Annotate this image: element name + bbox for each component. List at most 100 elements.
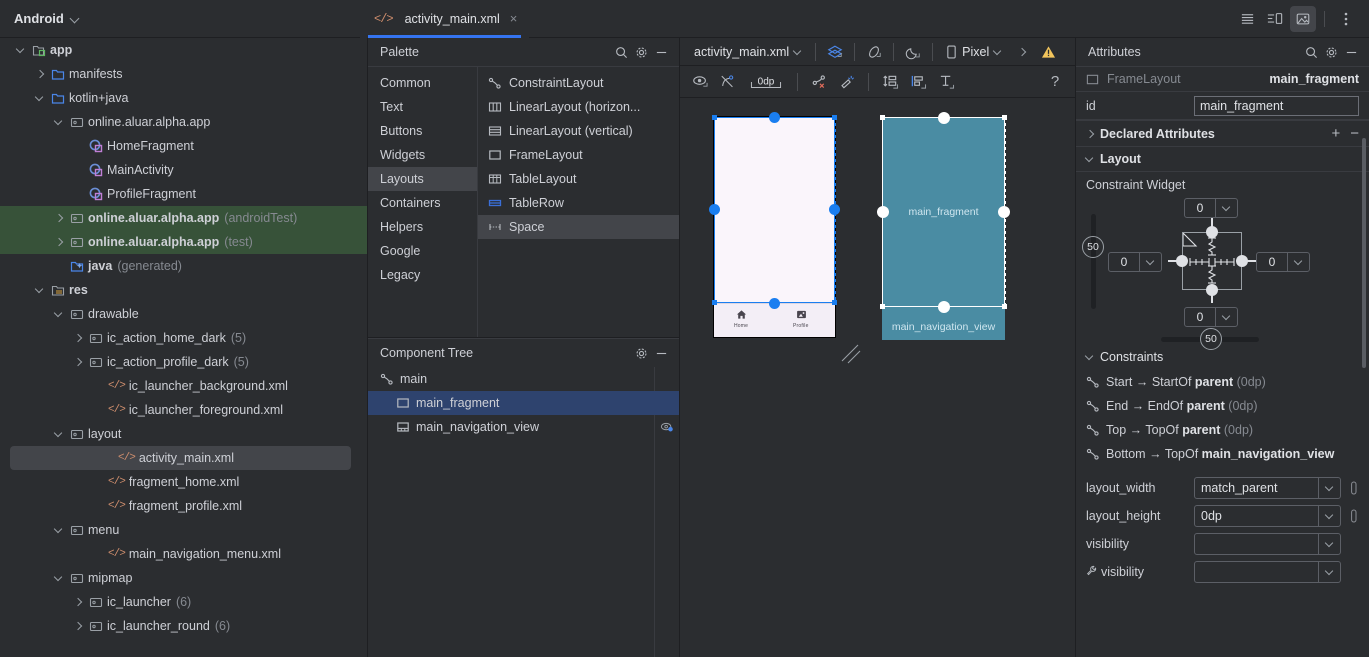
- chevron-down-icon[interactable]: [52, 523, 66, 537]
- margin-top-field[interactable]: 0: [1184, 198, 1238, 218]
- palette-item-framelayout[interactable]: FrameLayout: [478, 143, 679, 167]
- resize-handle-left[interactable]: [709, 204, 720, 215]
- help-icon[interactable]: ?: [1045, 72, 1065, 92]
- project-tree-row[interactable]: kotlin+java: [0, 86, 367, 110]
- bp-handle-bottom[interactable]: [938, 301, 950, 313]
- palette-category-text[interactable]: Text: [368, 95, 477, 119]
- project-tree-row[interactable]: res: [0, 278, 367, 302]
- component-tree-node-main[interactable]: main: [368, 367, 679, 391]
- search-icon[interactable]: [1301, 42, 1321, 62]
- chevron-right-icon[interactable]: [71, 331, 85, 345]
- bp-handle-top[interactable]: [938, 112, 950, 124]
- design-canvas[interactable]: Home Profile main_fragment main_navigati…: [680, 98, 1075, 657]
- project-tree-row[interactable]: </> ic_launcher_background.xml: [0, 374, 367, 398]
- file-dropdown[interactable]: activity_main.xml: [690, 43, 806, 61]
- orientation-icon[interactable]: [864, 42, 884, 62]
- project-tree-row[interactable]: online.aluar.alpha.app: [0, 110, 367, 134]
- chevron-down-icon[interactable]: [52, 115, 66, 129]
- component-tree-node-main_navigation_view[interactable]: main_navigation_view: [368, 415, 679, 439]
- editor-tab-activity-main[interactable]: </> activity_main.xml ×: [360, 0, 530, 38]
- chevron-right-icon[interactable]: [71, 355, 85, 369]
- project-tree-row[interactable]: mipmap: [0, 566, 367, 590]
- gear-icon[interactable]: [1321, 42, 1341, 62]
- resize-handle-top[interactable]: [769, 112, 780, 123]
- chevron-down-icon[interactable]: [52, 427, 66, 441]
- constraint-row[interactable]: Start → StartOf parent (0dp): [1076, 370, 1369, 394]
- bp-corner-bl[interactable]: [880, 304, 885, 309]
- palette-category-layouts[interactable]: Layouts: [368, 167, 477, 191]
- chevron-down-icon[interactable]: [1318, 562, 1340, 582]
- constraints-section[interactable]: Constraints: [1076, 344, 1369, 370]
- minimize-icon[interactable]: [651, 343, 671, 363]
- constraint-widget[interactable]: 50 50 0 0 0 0: [1076, 194, 1369, 350]
- palette-category-legacy[interactable]: Legacy: [368, 263, 477, 287]
- constraint-row[interactable]: End → EndOf parent (0dp): [1076, 394, 1369, 418]
- project-tree-row[interactable]: app: [0, 38, 367, 62]
- project-tree-row[interactable]: java (generated): [0, 254, 367, 278]
- chevron-down-icon[interactable]: [1287, 253, 1309, 271]
- project-tree-row[interactable]: </> activity_main.xml: [10, 446, 351, 470]
- device-dropdown[interactable]: Pixel: [942, 43, 1006, 61]
- project-tree-row[interactable]: ic_launcher (6): [0, 590, 367, 614]
- close-icon[interactable]: ×: [510, 11, 518, 26]
- horizontal-bias-value[interactable]: 50: [1200, 328, 1222, 350]
- margin-icon[interactable]: 0dp: [746, 72, 786, 92]
- margin-left-field[interactable]: 0: [1108, 252, 1162, 272]
- project-tree-row[interactable]: drawable: [0, 302, 367, 326]
- attribute-fields-list[interactable]: layout_width match_parent layout_height 0dp…: [1076, 474, 1369, 586]
- palette-item-tablerow[interactable]: TableRow: [478, 191, 679, 215]
- blueprint-preview[interactable]: main_fragment main_navigation_view: [877, 112, 1010, 340]
- project-tree-row[interactable]: ic_launcher_round (6): [0, 614, 367, 638]
- design-surface-icon[interactable]: [825, 42, 845, 62]
- chevron-right-icon[interactable]: [71, 619, 85, 633]
- project-tree-row[interactable]: ic_action_profile_dark (5): [0, 350, 367, 374]
- list-icon[interactable]: [1234, 6, 1260, 32]
- constraint-row[interactable]: Bottom → TopOf main_navigation_view: [1076, 442, 1369, 466]
- resize-handle-right[interactable]: [829, 204, 840, 215]
- corner-handle-bl[interactable]: [712, 300, 717, 305]
- add-attribute-button[interactable]: +: [1331, 125, 1340, 142]
- project-tree-row[interactable]: </> main_navigation_menu.xml: [0, 542, 367, 566]
- project-tree-row[interactable]: MainActivity: [0, 158, 367, 182]
- project-tree-row[interactable]: manifests: [0, 62, 367, 86]
- chevron-down-icon[interactable]: [14, 43, 28, 57]
- palette-item-linearlayout-vertical[interactable]: LinearLayout (vertical): [478, 119, 679, 143]
- pack-icon[interactable]: [880, 72, 900, 92]
- project-selector[interactable]: Android: [0, 11, 360, 26]
- chevron-down-icon[interactable]: [52, 307, 66, 321]
- project-tree-panel[interactable]: app manifests kotlin+java online.aluar.alph…: [0, 38, 368, 657]
- bp-handle-left[interactable]: [877, 206, 889, 218]
- minimize-icon[interactable]: [651, 42, 671, 62]
- chevron-right-icon[interactable]: [71, 595, 85, 609]
- more-options-icon[interactable]: [1333, 6, 1359, 32]
- palette-item-linearlayout-horizon[interactable]: LinearLayout (horizon...: [478, 95, 679, 119]
- device-render-preview[interactable]: Home Profile: [709, 112, 840, 337]
- id-input[interactable]: main_fragment: [1194, 95, 1359, 116]
- bp-handle-right[interactable]: [998, 206, 1010, 218]
- attribute-combo-layout_width[interactable]: match_parent: [1194, 477, 1341, 499]
- visibility-eye-icon[interactable]: [655, 415, 679, 439]
- chevron-down-icon[interactable]: [1139, 253, 1161, 271]
- palette-category-google[interactable]: Google: [368, 239, 477, 263]
- project-tree-row[interactable]: menu: [0, 518, 367, 542]
- infer-constraints-icon[interactable]: [837, 72, 857, 92]
- project-tree-row[interactable]: layout: [0, 422, 367, 446]
- chevron-down-icon[interactable]: [1318, 506, 1340, 526]
- chevron-down-icon[interactable]: [1215, 308, 1237, 326]
- eye-icon[interactable]: [690, 72, 710, 92]
- project-tree-row[interactable]: </> fragment_home.xml: [0, 470, 367, 494]
- align-icon[interactable]: [908, 72, 928, 92]
- component-tree-list[interactable]: main main_fragment main_navigation_view: [368, 367, 679, 657]
- declared-attributes-section[interactable]: Declared Attributes + −: [1076, 120, 1369, 146]
- bp-corner-br[interactable]: [1002, 304, 1007, 309]
- split-layout-icon[interactable]: [1262, 6, 1288, 32]
- chevron-down-icon[interactable]: [1215, 199, 1237, 217]
- palette-item-tablelayout[interactable]: TableLayout: [478, 167, 679, 191]
- palette-categories[interactable]: Common Text Buttons Widgets Layouts Container…: [368, 67, 478, 337]
- hide-constraints-icon[interactable]: [718, 72, 738, 92]
- chevron-right-icon[interactable]: [33, 67, 47, 81]
- palette-category-containers[interactable]: Containers: [368, 191, 477, 215]
- bp-corner-tr[interactable]: [1002, 115, 1007, 120]
- project-tree-row[interactable]: online.aluar.alpha.app (test): [0, 230, 367, 254]
- attribute-combo-layout_height[interactable]: 0dp: [1194, 505, 1341, 527]
